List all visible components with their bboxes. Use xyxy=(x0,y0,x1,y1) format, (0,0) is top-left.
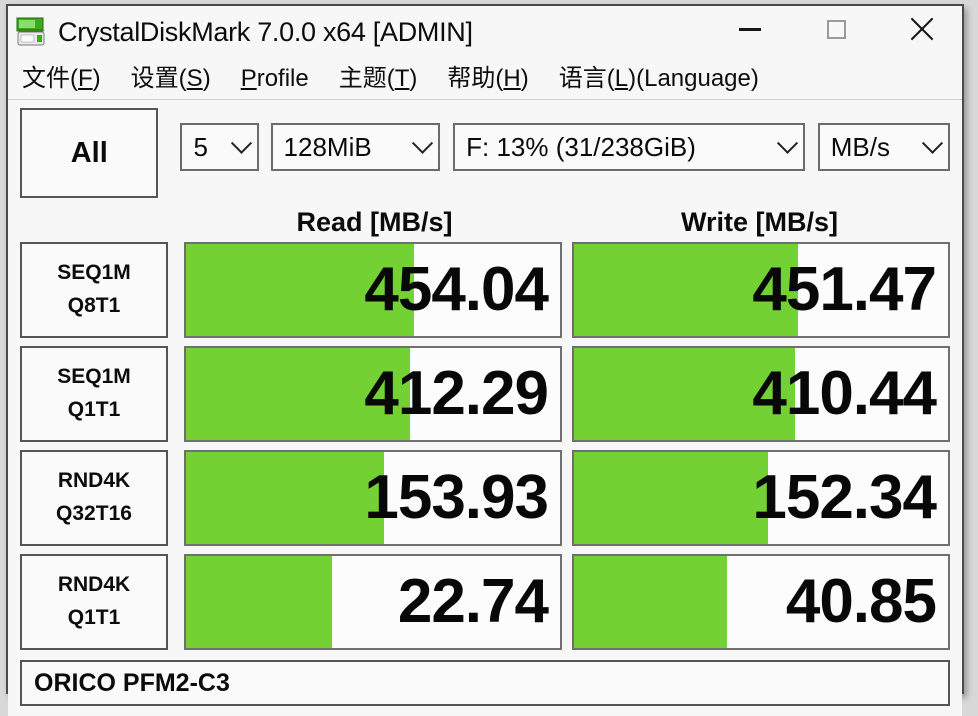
test-name-line1: RND4K xyxy=(57,469,131,493)
menu-item-settings[interactable]: 设置(S) xyxy=(130,64,211,92)
test-name-line2: Q1T1 xyxy=(67,606,121,629)
menu-item-theme[interactable]: 主题(T) xyxy=(338,64,418,92)
drive-value: F: 13% (31/238GiB) xyxy=(466,131,696,162)
write-bar xyxy=(574,556,728,648)
table-row: SEQ1M Q1T1 412.29 410.44 xyxy=(20,346,950,442)
write-value: 451.47 xyxy=(752,255,937,324)
write-result-seq1m-q8t1[interactable]: 451.47 xyxy=(572,242,950,338)
read-result-seq1m-q1t1[interactable]: 412.29 xyxy=(184,346,562,442)
write-value: 40.85 xyxy=(785,567,937,636)
read-column-header: Read [MB/s] xyxy=(296,206,453,237)
menu-item-theme-label: 主题(T) xyxy=(338,64,418,92)
minimize-icon xyxy=(739,27,761,31)
test-name-line1: SEQ1M xyxy=(57,261,131,285)
test-name-line1: RND4K xyxy=(57,573,131,597)
write-column-header: Write [MB/s] xyxy=(680,206,838,237)
read-value: 153.93 xyxy=(364,463,549,532)
read-value: 22.74 xyxy=(397,567,549,636)
read-value: 454.04 xyxy=(364,255,549,324)
table-row: SEQ1M Q8T1 454.04 451.47 xyxy=(20,242,950,338)
bottom-padding xyxy=(20,706,950,716)
device-name: ORICO PFM2-C3 xyxy=(34,668,230,697)
write-bar xyxy=(574,452,769,544)
write-value: 152.34 xyxy=(752,463,937,532)
main-content: All 5 128MiB F: 13% (31/238GiB) MB/s Rea… xyxy=(8,100,962,716)
menu-item-help-label: 帮助(H) xyxy=(447,64,529,92)
table-row: RND4K Q1T1 22.74 40.85 xyxy=(20,554,950,650)
menu-item-profile-label: Profile xyxy=(240,64,309,92)
unit-value: MB/s xyxy=(830,131,890,162)
write-result-rnd4k-q32t16[interactable]: 152.34 xyxy=(572,450,950,546)
maximize-button[interactable] xyxy=(804,6,868,52)
chevron-down-icon xyxy=(412,132,434,154)
menu-bar: 文件(F) 设置(S) Profile 主题(T) 帮助(H) 语言(L)(La… xyxy=(8,58,962,100)
close-icon xyxy=(909,16,935,42)
test-size-select[interactable]: 128MiB xyxy=(270,123,441,171)
test-name-line2: Q8T1 xyxy=(67,294,121,317)
menu-item-file[interactable]: 文件(F) xyxy=(22,64,101,92)
maximize-icon xyxy=(826,19,846,39)
test-label-seq1m-q8t1[interactable]: SEQ1M Q8T1 xyxy=(20,242,168,338)
toolbar: All 5 128MiB F: 13% (31/238GiB) MB/s xyxy=(20,108,950,200)
write-value: 410.44 xyxy=(752,359,937,428)
read-bar xyxy=(186,556,332,648)
runs-select[interactable]: 5 xyxy=(180,123,259,171)
menu-item-file-label: 文件(F) xyxy=(22,64,101,92)
table-row: RND4K Q32T16 153.93 152.34 xyxy=(20,450,950,546)
drive-select[interactable]: F: 13% (31/238GiB) xyxy=(453,123,805,171)
chevron-down-icon xyxy=(776,132,798,154)
close-button[interactable] xyxy=(890,6,954,52)
menu-item-help[interactable]: 帮助(H) xyxy=(447,64,529,92)
menu-item-language-label: 语言(L)(Language) xyxy=(558,64,759,92)
menu-item-settings-label: 设置(S) xyxy=(130,64,211,92)
chevron-down-icon xyxy=(921,132,944,154)
test-label-rnd4k-q1t1[interactable]: RND4K Q1T1 xyxy=(20,554,168,650)
results-table: SEQ1M Q8T1 454.04 451.47 SEQ1M Q1T1 412.… xyxy=(20,242,950,658)
runs-value: 5 xyxy=(193,131,208,162)
test-name-line1: SEQ1M xyxy=(57,365,131,389)
column-headers: Read [MB/s] Write [MB/s] xyxy=(20,202,950,242)
write-result-seq1m-q1t1[interactable]: 410.44 xyxy=(572,346,950,442)
crystaldiskmark-window: CrystalDiskMark 7.0.0 x64 [ADMIN] 文件(F) … xyxy=(6,4,964,716)
test-name-line2: Q32T16 xyxy=(56,502,132,525)
test-label-rnd4k-q32t16[interactable]: RND4K Q32T16 xyxy=(20,450,168,546)
read-result-rnd4k-q1t1[interactable]: 22.74 xyxy=(184,554,562,650)
disk-drive-icon xyxy=(14,16,48,48)
menu-item-language[interactable]: 语言(L)(Language) xyxy=(558,64,759,92)
write-result-rnd4k-q1t1[interactable]: 40.85 xyxy=(572,554,950,650)
menu-item-profile[interactable]: Profile xyxy=(240,64,309,92)
read-result-rnd4k-q32t16[interactable]: 153.93 xyxy=(184,450,562,546)
read-bar xyxy=(186,452,385,544)
read-value: 412.29 xyxy=(364,359,549,428)
chevron-down-icon xyxy=(230,132,252,154)
minimize-button[interactable] xyxy=(718,6,782,52)
test-label-seq1m-q1t1[interactable]: SEQ1M Q1T1 xyxy=(20,346,168,442)
read-result-seq1m-q8t1[interactable]: 454.04 xyxy=(184,242,562,338)
window-title: CrystalDiskMark 7.0.0 x64 [ADMIN] xyxy=(58,16,473,47)
test-size-value: 128MiB xyxy=(283,131,372,162)
unit-select[interactable]: MB/s xyxy=(817,123,950,171)
test-name-line2: Q1T1 xyxy=(67,398,121,421)
title-bar: CrystalDiskMark 7.0.0 x64 [ADMIN] xyxy=(8,6,962,58)
status-bar: ORICO PFM2-C3 xyxy=(20,660,950,706)
run-all-button[interactable]: All xyxy=(20,108,159,198)
